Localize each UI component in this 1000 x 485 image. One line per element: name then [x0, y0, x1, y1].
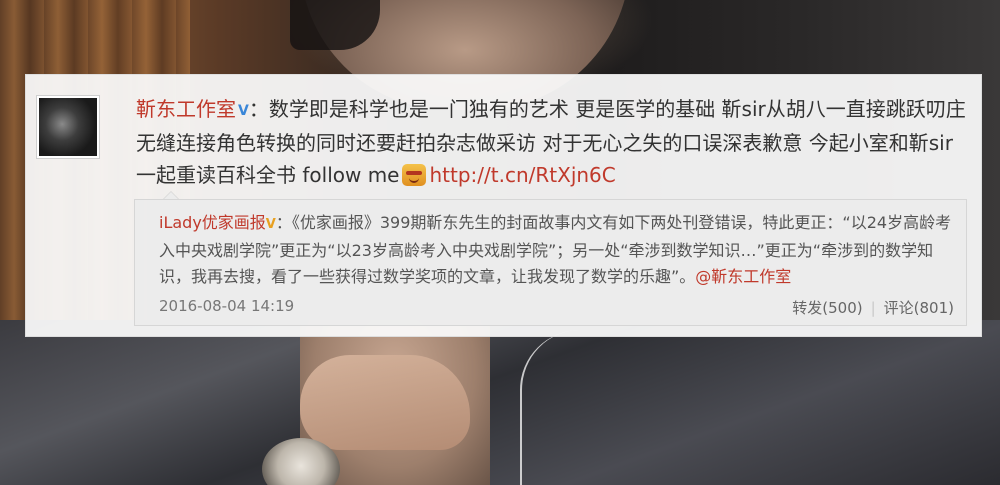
photo-hand: [300, 355, 470, 450]
post-text: 靳东工作室 V：数学即是科学也是一门独有的艺术 更是医学的基础 靳sir从胡八一直…: [136, 93, 966, 191]
author-colon: ：: [248, 97, 269, 121]
blue-v-verified-icon: V: [238, 103, 249, 119]
avatar-image: [39, 98, 97, 156]
photo-jacket: [0, 320, 1000, 485]
emoji-face-icon: [401, 164, 426, 186]
forward-button[interactable]: 转发(500): [792, 299, 862, 317]
comment-button[interactable]: 评论(801): [884, 299, 954, 317]
repost-footer: 2016-08-04 14:19 转发(500) | 评论(801): [159, 297, 954, 321]
weibo-post-card: 靳东工作室 V：数学即是科学也是一门独有的艺术 更是医学的基础 靳sir从胡八一直…: [25, 74, 982, 337]
repost-text: iLady优家画报V：《优家画报》399期靳东先生的封面故事内文有如下两处刊登错…: [159, 210, 959, 290]
post-body: 靳东工作室 V：数学即是科学也是一门独有的艺术 更是医学的基础 靳sir从胡八一直…: [136, 93, 966, 191]
repost-pointer: [163, 191, 179, 199]
earphone-cord: [520, 330, 622, 485]
post-author-link[interactable]: 靳东工作室: [136, 97, 236, 121]
action-divider: |: [870, 299, 876, 317]
gold-v-verified-icon: V: [265, 217, 276, 232]
repost-actions: 转发(500) | 评论(801): [792, 297, 954, 318]
repost-author-link[interactable]: iLady优家画报: [159, 213, 266, 232]
mention-link[interactable]: @靳东工作室: [695, 267, 791, 286]
repost-colon: ：: [275, 213, 292, 232]
post-timestamp[interactable]: 2016-08-04 14:19: [159, 297, 294, 315]
repost-box: iLady优家画报V：《优家画报》399期靳东先生的封面故事内文有如下两处刊登错…: [134, 191, 967, 326]
post-short-link[interactable]: http://t.cn/RtXjn6C: [430, 163, 616, 187]
avatar[interactable]: [36, 95, 100, 159]
